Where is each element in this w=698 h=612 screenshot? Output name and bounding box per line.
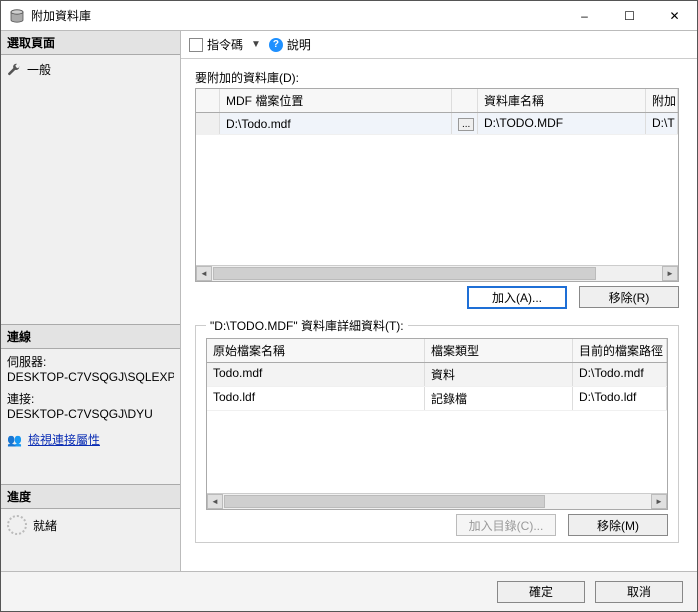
scroll-right-icon[interactable]: ► <box>662 266 678 281</box>
help-icon: ? <box>269 38 283 52</box>
cell-current-path: D:\Todo.mdf <box>573 363 667 386</box>
col-original-file-name[interactable]: 原始檔案名稱 <box>207 339 425 362</box>
attach-grid-hscroll[interactable]: ◄ ► <box>196 265 678 281</box>
progress-status: 就緒 <box>33 517 57 534</box>
cell-current-path: D:\Todo.ldf <box>573 387 667 410</box>
details-grid: 原始檔案名稱 檔案類型 目前的檔案路徑 Todo.mdf 資料 D:\Todo.… <box>206 338 668 510</box>
cell-database-name[interactable]: D:\TODO.MDF <box>478 113 646 134</box>
page-general-label: 一般 <box>27 61 51 78</box>
add-button[interactable]: 加入(A)... <box>467 286 567 309</box>
maximize-button[interactable]: ☐ <box>607 1 652 30</box>
server-value: DESKTOP-C7VSQGJ\SQLEXPRESS <box>7 370 174 384</box>
col-current-path[interactable]: 目前的檔案路徑 <box>573 339 667 362</box>
attach-grid: MDF 檔案位置 資料庫名稱 附加 D:\Todo.mdf ... D:\TOD… <box>195 88 679 282</box>
remove-button[interactable]: 移除(R) <box>579 286 679 308</box>
scroll-right-icon[interactable]: ► <box>651 494 667 509</box>
toolbar: 指令碼 ▼ ? 說明 <box>181 31 697 59</box>
row-selector[interactable] <box>196 113 220 134</box>
details-row[interactable]: Todo.ldf 記錄檔 D:\Todo.ldf <box>207 387 667 411</box>
view-connection-props-link[interactable]: 檢視連接屬性 <box>28 431 100 448</box>
attach-database-dialog: 附加資料庫 – ☐ ✕ 選取頁面 一般 連線 伺服器: DESKTOP-C7VS… <box>0 0 698 612</box>
cell-file-type: 記錄檔 <box>425 387 573 410</box>
scroll-thumb[interactable] <box>224 495 545 508</box>
script-button[interactable]: 指令碼 <box>207 36 243 53</box>
progress-header: 進度 <box>1 484 180 509</box>
window-title: 附加資料庫 <box>31 7 91 24</box>
cell-original-file-name: Todo.mdf <box>207 363 425 386</box>
databases-to-attach-label: 要附加的資料庫(D): <box>195 69 679 86</box>
titlebar[interactable]: 附加資料庫 – ☐ ✕ <box>1 1 697 31</box>
help-button[interactable]: 說明 <box>287 36 311 53</box>
minimize-button[interactable]: – <box>562 1 607 30</box>
select-page-header: 選取頁面 <box>1 31 180 55</box>
maximize-icon: ☐ <box>624 9 635 23</box>
col-browse <box>452 89 478 112</box>
col-database-name[interactable]: 資料庫名稱 <box>478 89 646 112</box>
scroll-left-icon[interactable]: ◄ <box>207 494 223 509</box>
details-remove-button[interactable]: 移除(M) <box>568 514 668 536</box>
script-dropdown[interactable]: ▼ <box>247 39 265 50</box>
left-sidebar: 選取頁面 一般 連線 伺服器: DESKTOP-C7VSQGJ\SQLEXPRE… <box>1 31 181 571</box>
details-row[interactable]: Todo.mdf 資料 D:\Todo.mdf <box>207 363 667 387</box>
ok-button[interactable]: 確定 <box>497 581 585 603</box>
connection-header: 連線 <box>1 324 180 349</box>
details-grid-hscroll[interactable]: ◄ ► <box>207 493 667 509</box>
col-file-type[interactable]: 檔案類型 <box>425 339 573 362</box>
page-general[interactable]: 一般 <box>7 59 174 80</box>
progress-spinner-icon <box>7 515 27 535</box>
close-button[interactable]: ✕ <box>652 1 697 30</box>
details-legend: "D:\TODO.MDF" 資料庫詳細資料(T): <box>206 317 408 334</box>
people-icon <box>7 433 22 447</box>
cell-file-type: 資料 <box>425 363 573 386</box>
add-catalog-button: 加入目錄(C)... <box>456 514 556 536</box>
cell-original-file-name: Todo.ldf <box>207 387 425 410</box>
attach-row[interactable]: D:\Todo.mdf ... D:\TODO.MDF D:\T <box>196 113 678 135</box>
cell-mdf-location[interactable]: D:\Todo.mdf <box>220 113 452 134</box>
row-header-corner <box>196 89 220 112</box>
details-fieldset: "D:\TODO.MDF" 資料庫詳細資料(T): 原始檔案名稱 檔案類型 目前… <box>195 317 679 543</box>
cell-attach-as[interactable]: D:\T <box>646 113 678 134</box>
connection-label: 連接: <box>7 390 174 407</box>
database-icon <box>9 8 25 24</box>
cancel-button[interactable]: 取消 <box>595 581 683 603</box>
connection-value: DESKTOP-C7VSQGJ\DYU <box>7 407 174 421</box>
col-attach-as[interactable]: 附加 <box>646 89 678 112</box>
minimize-icon: – <box>581 9 588 23</box>
scroll-thumb[interactable] <box>213 267 596 280</box>
wrench-icon <box>7 63 21 77</box>
server-label: 伺服器: <box>7 353 174 370</box>
browse-button[interactable]: ... <box>458 118 474 131</box>
dialog-footer: 確定 取消 <box>1 571 697 611</box>
close-icon: ✕ <box>669 9 679 23</box>
scroll-left-icon[interactable]: ◄ <box>196 266 212 281</box>
col-mdf-location[interactable]: MDF 檔案位置 <box>220 89 452 112</box>
script-icon <box>189 38 203 52</box>
